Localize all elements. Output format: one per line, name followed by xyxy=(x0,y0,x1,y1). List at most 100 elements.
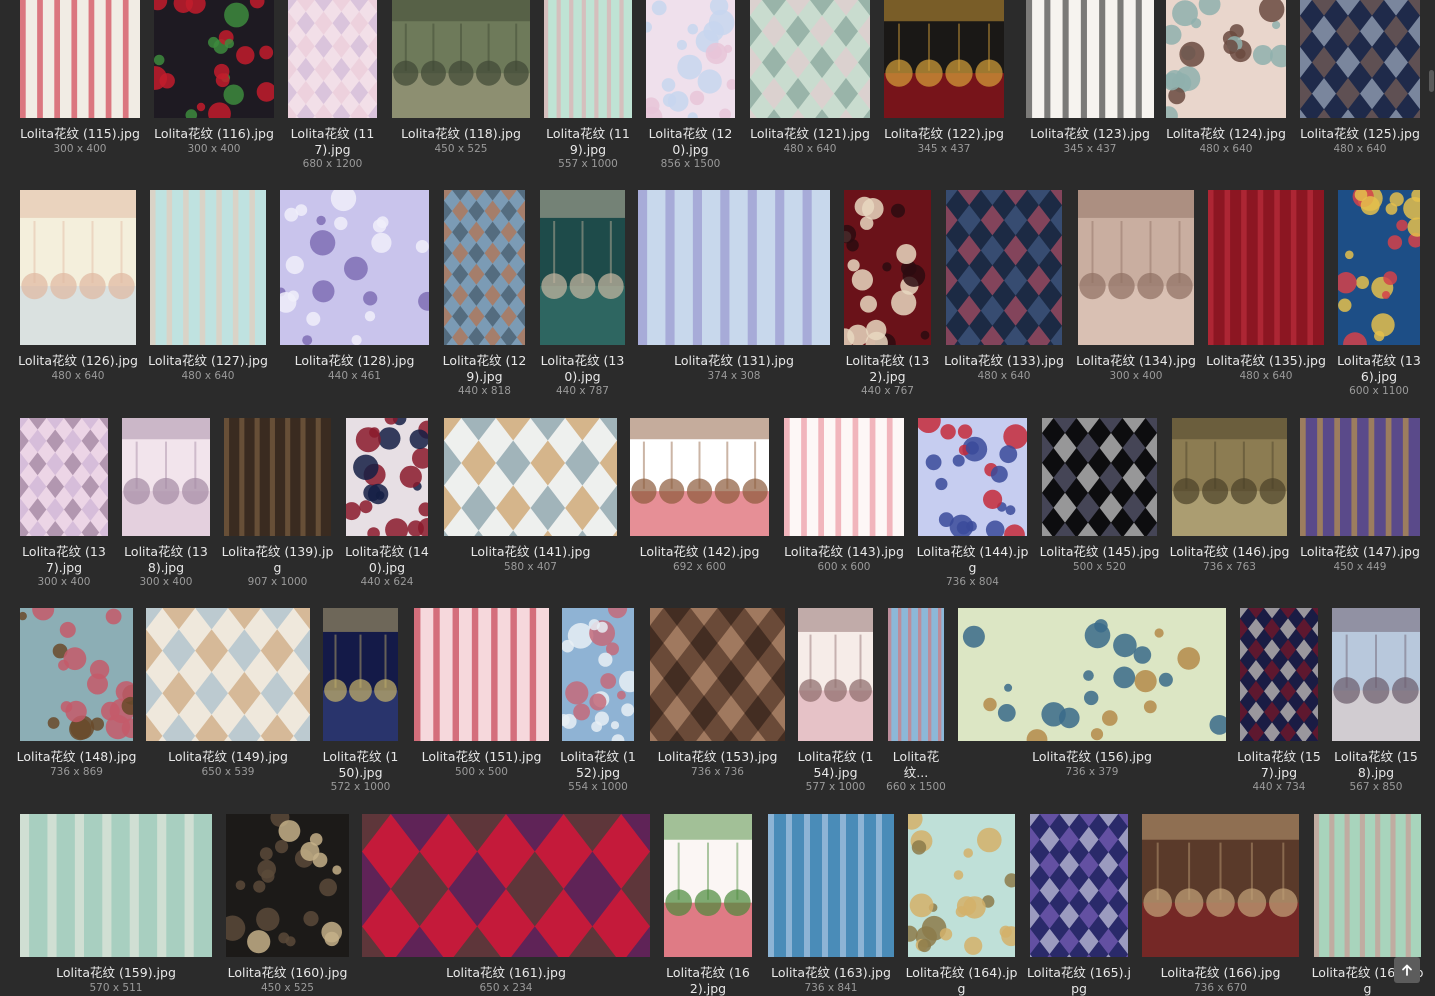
thumbnail-image[interactable] xyxy=(540,190,625,345)
thumbnail-image[interactable] xyxy=(1166,0,1286,118)
file-name[interactable]: Lolita花纹 (158).jpg xyxy=(1328,749,1424,780)
file-name[interactable]: Lolita花纹 (159).jpg xyxy=(16,965,216,981)
file-name[interactable]: Lolita花纹 (161).jpg xyxy=(358,965,654,981)
thumbnail-image[interactable] xyxy=(630,418,769,536)
file-name[interactable]: Lolita花纹 (157).jpg xyxy=(1236,749,1322,780)
file-name[interactable]: Lolita花纹 (127).jpg xyxy=(146,353,270,369)
thumbnail-image[interactable] xyxy=(1208,190,1324,345)
thumbnail-image[interactable] xyxy=(20,814,212,957)
thumbnail-image[interactable] xyxy=(1314,814,1421,957)
thumbnail-image[interactable] xyxy=(1332,608,1420,741)
thumbnail-image[interactable] xyxy=(392,0,530,118)
thumbnail-image[interactable] xyxy=(650,608,785,741)
file-name[interactable]: Lolita花纹 (139).jpg xyxy=(220,544,335,575)
file-name[interactable]: Lolita花纹 (131).jpg xyxy=(634,353,834,369)
file-name[interactable]: Lolita花纹 (156).jpg xyxy=(954,749,1230,765)
file-name[interactable]: Lolita花纹 (126).jpg xyxy=(16,353,140,369)
thumbnail-image[interactable] xyxy=(958,608,1226,741)
thumbnail-image[interactable] xyxy=(362,814,650,957)
file-name[interactable]: Lolita花纹 (125).jpg xyxy=(1296,126,1424,142)
thumbnail-image[interactable] xyxy=(280,190,429,345)
file-name[interactable]: Lolita花纹 (138).jpg xyxy=(118,544,214,575)
thumbnail-image[interactable] xyxy=(1042,418,1157,536)
file-name[interactable]: Lolita花纹 (153).jpg xyxy=(646,749,789,765)
thumbnail-image[interactable] xyxy=(1172,418,1287,536)
thumbnail-image[interactable] xyxy=(444,190,525,345)
file-name[interactable]: Lolita花纹 (165).jpg xyxy=(1026,965,1132,996)
thumbnail-image[interactable] xyxy=(1030,814,1128,957)
scrollbar-thumb[interactable] xyxy=(1429,70,1434,92)
file-name[interactable]: Lolita花纹 (166).jpg xyxy=(1138,965,1303,981)
file-name[interactable]: Lolita花纹 (163).jpg xyxy=(764,965,898,981)
thumbnail-image[interactable] xyxy=(1078,190,1194,345)
file-name[interactable]: Lolita花纹 (143).jpg xyxy=(780,544,908,560)
thumbnail-image[interactable] xyxy=(750,0,870,118)
thumbnail-image[interactable] xyxy=(1026,0,1154,118)
thumbnail-image[interactable] xyxy=(224,418,331,536)
file-name[interactable]: Lolita花纹 (145).jpg xyxy=(1038,544,1161,560)
thumbnail-image[interactable] xyxy=(323,608,398,741)
thumbnail-image[interactable] xyxy=(1240,608,1318,741)
thumbnail-image[interactable] xyxy=(888,608,944,741)
thumbnail-image[interactable] xyxy=(798,608,873,741)
file-name[interactable]: Lolita花纹 (151).jpg xyxy=(410,749,553,765)
file-name[interactable]: Lolita花纹 (122).jpg xyxy=(880,126,1008,142)
thumbnail-image[interactable] xyxy=(20,418,108,536)
file-name[interactable]: Lolita花纹 (130).jpg xyxy=(536,353,629,384)
thumbnail-image[interactable] xyxy=(844,190,931,345)
file-name[interactable]: Lolita花纹... xyxy=(884,749,948,780)
file-name[interactable]: Lolita花纹 (147).jpg xyxy=(1296,544,1424,560)
thumbnail-image[interactable] xyxy=(784,418,904,536)
file-name[interactable]: Lolita花纹 (123).jpg xyxy=(1022,126,1158,142)
file-name[interactable]: Lolita花纹 (124).jpg xyxy=(1162,126,1290,142)
thumbnail-image[interactable] xyxy=(346,418,428,536)
thumbnail-image[interactable] xyxy=(122,418,210,536)
thumbnail-image[interactable] xyxy=(946,190,1062,345)
thumbnail-image[interactable] xyxy=(20,0,140,118)
file-name[interactable]: Lolita花纹 (149).jpg xyxy=(142,749,314,765)
file-name[interactable]: Lolita花纹 (154).jpg xyxy=(794,749,877,780)
file-name[interactable]: Lolita花纹 (117).jpg xyxy=(284,126,381,157)
thumbnail-image[interactable] xyxy=(20,190,136,345)
thumbnail-image[interactable] xyxy=(414,608,549,741)
file-name[interactable]: Lolita花纹 (135).jpg xyxy=(1204,353,1328,369)
file-name[interactable]: Lolita花纹 (144).jpg xyxy=(914,544,1031,575)
thumbnail-image[interactable] xyxy=(918,418,1027,536)
thumbnail-image[interactable] xyxy=(20,608,133,741)
file-name[interactable]: Lolita花纹 (137).jpg xyxy=(16,544,112,575)
file-name[interactable]: Lolita花纹 (146).jpg xyxy=(1168,544,1291,560)
thumbnail-image[interactable] xyxy=(884,0,1004,118)
thumbnail-image[interactable] xyxy=(646,0,735,118)
file-name[interactable]: Lolita花纹 (120).jpg xyxy=(642,126,739,157)
thumbnail-image[interactable] xyxy=(638,190,830,345)
thumbnail-image[interactable] xyxy=(288,0,377,118)
thumbnail-image[interactable] xyxy=(150,190,266,345)
thumbnail-image[interactable] xyxy=(562,608,634,741)
thumbnail-image[interactable] xyxy=(154,0,274,118)
file-name[interactable]: Lolita花纹 (115).jpg xyxy=(16,126,144,142)
file-name[interactable]: Lolita花纹 (160).jpg xyxy=(222,965,353,981)
file-name[interactable]: Lolita花纹 (148).jpg xyxy=(16,749,137,765)
file-name[interactable]: Lolita花纹 (118).jpg xyxy=(388,126,534,142)
file-name[interactable]: Lolita花纹 (129).jpg xyxy=(440,353,529,384)
file-name[interactable]: Lolita花纹 (128).jpg xyxy=(276,353,433,369)
thumbnail-image[interactable] xyxy=(768,814,894,957)
file-name[interactable]: Lolita花纹 (119).jpg xyxy=(540,126,636,157)
thumbnail-image[interactable] xyxy=(146,608,310,741)
file-name[interactable]: Lolita花纹 (141).jpg xyxy=(440,544,621,560)
file-name[interactable]: Lolita花纹 (152).jpg xyxy=(558,749,638,780)
file-name[interactable]: Lolita花纹 (150).jpg xyxy=(319,749,402,780)
file-name[interactable]: Lolita花纹 (136).jpg xyxy=(1334,353,1424,384)
file-name[interactable]: Lolita花纹 (116).jpg xyxy=(150,126,278,142)
back-to-top-button[interactable] xyxy=(1394,957,1420,983)
thumbnail-image[interactable] xyxy=(1142,814,1299,957)
file-name[interactable]: Lolita花纹 (134).jpg xyxy=(1074,353,1198,369)
file-name[interactable]: Lolita花纹 (164).jpg xyxy=(904,965,1019,996)
thumbnail-image[interactable] xyxy=(226,814,349,957)
file-name[interactable]: Lolita花纹 (132).jpg xyxy=(840,353,935,384)
scrollbar[interactable] xyxy=(1427,0,1435,990)
thumbnail-image[interactable] xyxy=(1300,418,1420,536)
file-name[interactable]: Lolita花纹 (121).jpg xyxy=(746,126,874,142)
thumbnail-image[interactable] xyxy=(1338,190,1420,345)
file-name[interactable]: Lolita花纹 (140).jpg xyxy=(342,544,432,575)
